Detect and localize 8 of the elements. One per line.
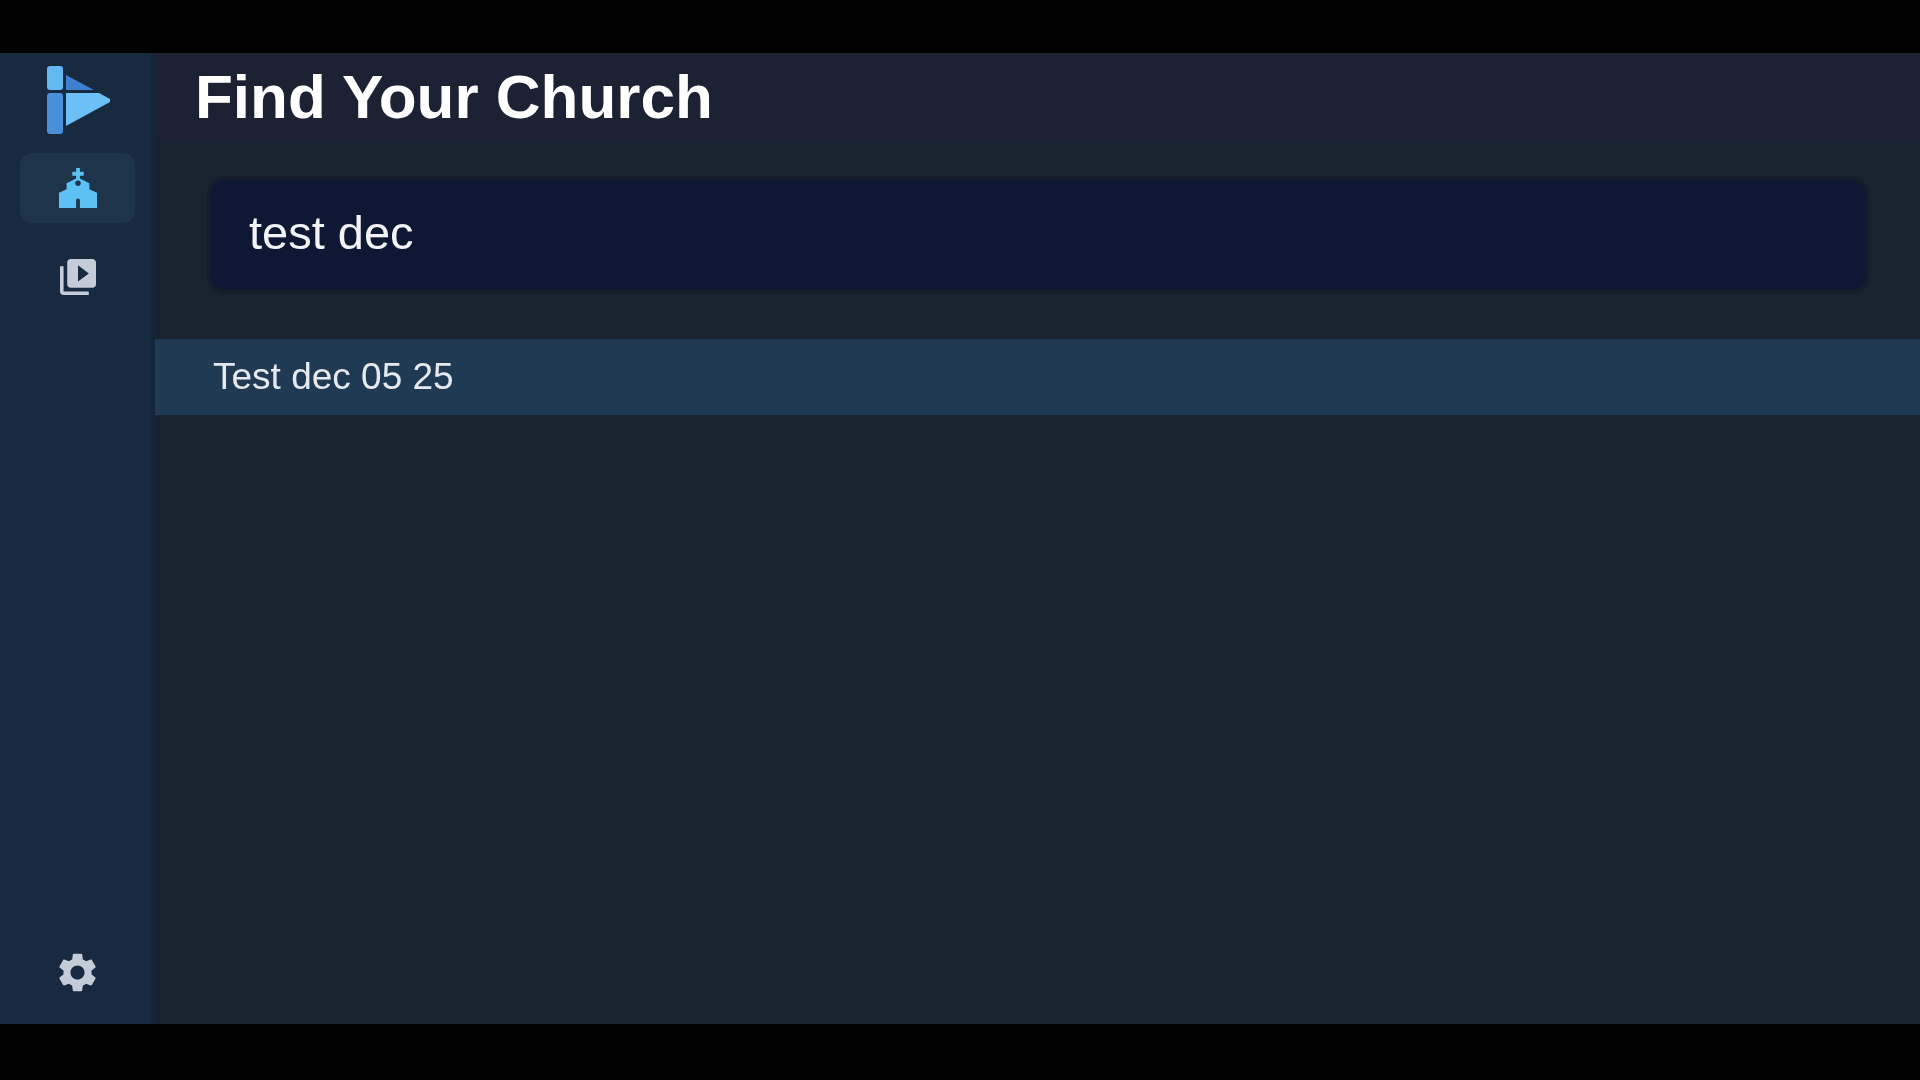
page-title: Find Your Church	[195, 62, 713, 132]
result-item[interactable]: Test dec 05 25	[155, 339, 1920, 415]
church-icon	[58, 168, 97, 208]
video-library-icon	[59, 259, 96, 295]
logo-icon	[47, 66, 111, 134]
church-nav-button[interactable]	[20, 153, 135, 223]
search-field[interactable]: test dec	[211, 180, 1865, 290]
settings-icon	[59, 952, 96, 992]
